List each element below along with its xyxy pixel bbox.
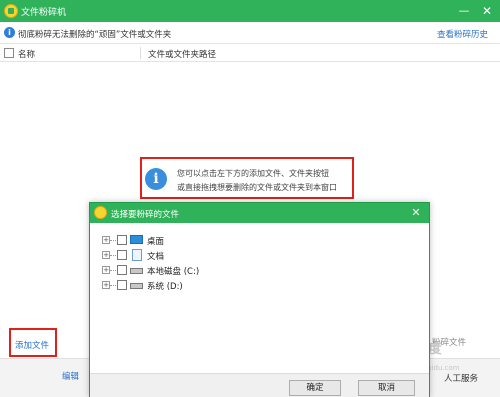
info-bar: i 彻底粉碎无法删除的“顽固”文件或文件夹 查看粉碎历史 xyxy=(0,22,500,44)
file-table-header: 名称 文件或文件夹路径 xyxy=(0,44,500,62)
drive-icon xyxy=(130,283,143,289)
app-titlebar: 文件粉碎机 — ✕ xyxy=(0,0,500,22)
info-icon: i xyxy=(4,27,15,38)
tree-checkbox[interactable] xyxy=(117,280,127,290)
document-icon xyxy=(132,249,142,261)
dialog-titlebar: 选择要粉碎的文件 ✕ xyxy=(90,203,429,223)
expand-icon[interactable]: + xyxy=(102,251,110,259)
add-file-label: 添加文件 xyxy=(15,341,50,351)
close-button[interactable]: ✕ xyxy=(478,2,496,20)
tree-connector xyxy=(110,285,116,286)
add-file-button[interactable]: 添加文件 xyxy=(9,328,57,357)
column-header-path[interactable]: 文件或文件夹路径 xyxy=(148,48,216,60)
dialog-logo-icon xyxy=(94,206,107,219)
column-header-name[interactable]: 名称 xyxy=(18,48,35,60)
info-large-icon: i xyxy=(145,168,167,190)
edit-link[interactable]: 编辑 xyxy=(62,370,79,382)
expand-icon[interactable]: + xyxy=(102,266,110,274)
hint-line-2: 或直接拖拽想要删除的文件或文件夹到本窗口 xyxy=(177,183,337,192)
tree-item-label: 本地磁盘 (C:) xyxy=(147,267,200,277)
desktop-icon xyxy=(130,235,143,244)
tree-checkbox[interactable] xyxy=(117,265,127,275)
info-text: 彻底粉碎无法删除的“顽固”文件或文件夹 xyxy=(18,30,172,40)
app-title: 文件粉碎机 xyxy=(21,8,67,18)
app-logo-icon xyxy=(4,4,18,18)
tree-item-label: 文档 xyxy=(147,252,165,262)
tree-connector xyxy=(110,240,116,241)
tree-checkbox[interactable] xyxy=(117,235,127,245)
tree-item-label: 系统 (D:) xyxy=(147,282,183,292)
dialog-close-button[interactable]: ✕ xyxy=(408,205,424,221)
minimize-button[interactable]: — xyxy=(455,2,473,20)
select-file-dialog: 选择要粉碎的文件 ✕ + 桌面 + 文档 + 本地磁盘 (C:) + 系统 (D… xyxy=(89,202,430,397)
dialog-footer: 确定 取消 xyxy=(90,373,429,397)
select-all-checkbox[interactable] xyxy=(4,48,14,58)
tree-item-drive-c[interactable]: + 本地磁盘 (C:) xyxy=(102,263,302,277)
hint-line-1: 您可以点击左下方的添加文件、文件夹按钮 xyxy=(177,169,329,178)
drive-icon xyxy=(130,268,143,274)
column-separator xyxy=(140,47,141,59)
tree-item-label: 桌面 xyxy=(147,237,165,247)
tree-checkbox[interactable] xyxy=(117,250,127,260)
tree-item-drive-d[interactable]: + 系统 (D:) xyxy=(102,278,302,292)
dialog-title: 选择要粉碎的文件 xyxy=(111,210,180,220)
cancel-button[interactable]: 取消 xyxy=(358,380,415,396)
expand-icon[interactable]: + xyxy=(102,281,110,289)
tree-item-desktop[interactable]: + 桌面 xyxy=(102,233,302,247)
customer-service-link[interactable]: 人工服务 xyxy=(444,372,478,384)
tree-connector xyxy=(110,255,116,256)
tree-connector xyxy=(110,270,116,271)
drop-hint: i 您可以点击左下方的添加文件、文件夹按钮 或直接拖拽想要删除的文件或文件夹到本… xyxy=(140,157,354,199)
view-history-link[interactable]: 查看粉碎历史 xyxy=(437,28,488,40)
tree-item-documents[interactable]: + 文档 xyxy=(102,248,302,262)
expand-icon[interactable]: + xyxy=(102,236,110,244)
ok-button[interactable]: 确定 xyxy=(289,380,341,396)
